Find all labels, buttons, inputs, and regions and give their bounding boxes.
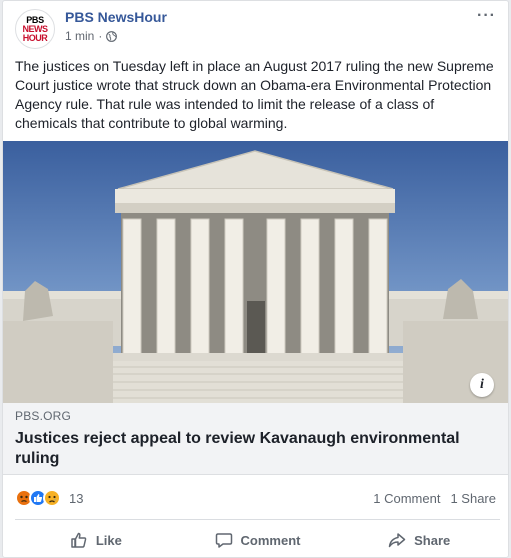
post-header: PBS NEWS HOUR PBS NewsHour 1 min · ··· [15,7,500,49]
link-domain: PBS.ORG [15,409,72,423]
share-count-link[interactable]: 1 Share [450,491,496,506]
globe-icon[interactable] [106,30,118,42]
comment-count-link[interactable]: 1 Comment [373,491,440,506]
post-meta: 1 min · [65,29,118,43]
engagement-stats: 1 Comment 1 Share [373,491,496,506]
meta-separator: · [98,29,103,43]
reaction-count[interactable]: 13 [69,491,83,506]
logo-line-3: HOUR [22,32,48,43]
post-actions: Like Comment Share [15,523,500,557]
reaction-icons[interactable] [15,489,61,507]
thumbs-up-icon [71,532,87,548]
link-preview-image[interactable]: i [3,141,508,403]
share-arrow-icon [388,533,406,548]
comment-icon [215,533,232,548]
page-name-link[interactable]: PBS NewsHour [65,9,167,25]
comment-label: Comment [240,532,301,548]
more-options-icon[interactable]: ··· [477,7,496,25]
post-card: PBS NEWS HOUR PBS NewsHour 1 min · ··· T… [2,0,509,558]
link-preview-meta[interactable]: PBS.ORG Justices reject appeal to review… [3,403,508,475]
share-button[interactable]: Share [338,523,500,557]
like-label: Like [95,532,122,548]
reactions-bar: 13 1 Comment 1 Share [15,487,500,511]
supreme-court-building-photo [3,150,508,403]
info-icon[interactable]: i [470,373,494,397]
comment-button[interactable]: Comment [177,523,339,557]
page-avatar[interactable]: PBS NEWS HOUR [15,9,55,49]
actions-divider [15,519,500,520]
sad-icon [43,489,61,507]
like-button[interactable]: Like [15,523,177,557]
share-label: Share [414,532,451,548]
post-text: The justices on Tuesday left in place an… [15,58,494,131]
link-title[interactable]: Justices reject appeal to review Kavanau… [15,429,485,469]
post-timestamp[interactable]: 1 min [65,29,94,43]
